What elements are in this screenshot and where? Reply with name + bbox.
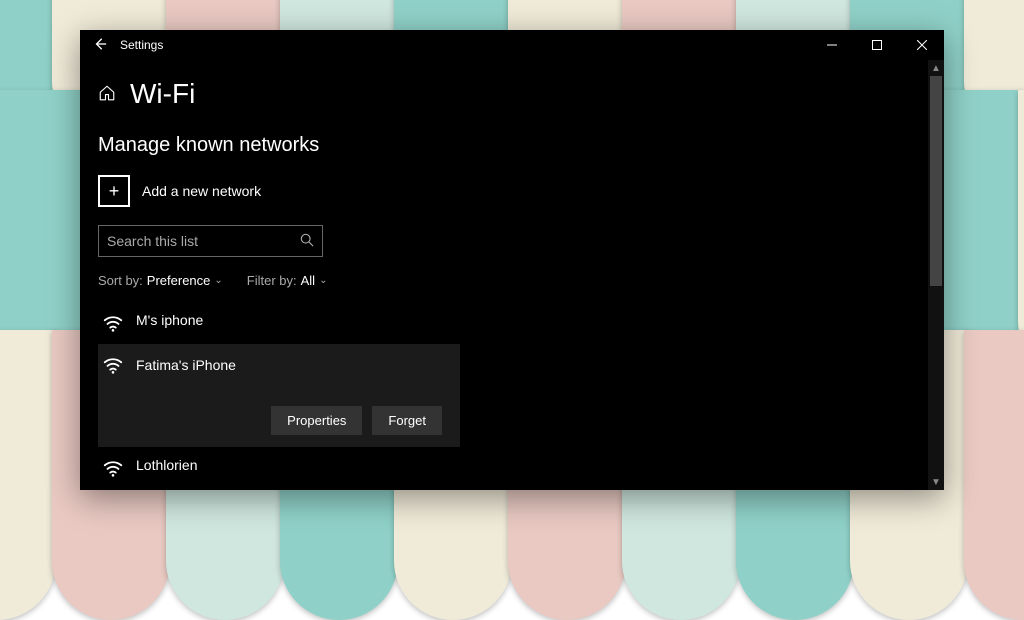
scroll-thumb[interactable] xyxy=(930,76,942,286)
chevron-down-icon: ⌄ xyxy=(214,275,222,286)
chevron-down-icon: ⌄ xyxy=(319,275,327,286)
forget-button[interactable]: Forget xyxy=(372,406,442,435)
back-arrow-icon xyxy=(93,37,107,51)
filter-value: All xyxy=(301,273,315,288)
network-item-selected[interactable]: Fatima's iPhone Properties Forget xyxy=(98,344,460,447)
sort-label: Sort by: xyxy=(98,273,143,288)
wifi-icon xyxy=(102,457,124,479)
add-network-label: Add a new network xyxy=(142,183,261,199)
page-title: Wi-Fi xyxy=(130,78,195,110)
network-name: M's iphone xyxy=(136,312,203,328)
network-item[interactable]: M's iphone xyxy=(98,302,460,344)
filter-by-dropdown[interactable]: Filter by: All ⌄ xyxy=(247,273,328,288)
settings-window: Settings Wi-Fi Manage known networks + A… xyxy=(80,30,944,490)
plus-icon: + xyxy=(98,175,130,207)
minimize-button[interactable] xyxy=(809,30,854,60)
sort-value: Preference xyxy=(147,273,211,288)
properties-button[interactable]: Properties xyxy=(271,406,362,435)
wifi-icon xyxy=(102,312,124,334)
close-icon xyxy=(917,40,927,50)
add-network-button[interactable]: + Add a new network xyxy=(98,175,944,207)
close-button[interactable] xyxy=(899,30,944,60)
home-icon[interactable] xyxy=(98,84,116,105)
sort-by-dropdown[interactable]: Sort by: Preference ⌄ xyxy=(98,273,223,288)
filter-label: Filter by: xyxy=(247,273,297,288)
back-button[interactable] xyxy=(80,37,120,54)
network-list: M's iphone Fatima's iPhone Properties Fo… xyxy=(98,302,460,489)
scroll-up-arrow-icon[interactable]: ▲ xyxy=(928,60,944,76)
scroll-down-arrow-icon[interactable]: ▼ xyxy=(928,474,944,490)
maximize-icon xyxy=(872,40,882,50)
network-name: Lothlorien xyxy=(136,457,198,473)
scrollbar[interactable]: ▲ ▼ xyxy=(928,60,944,490)
network-name: Fatima's iPhone xyxy=(136,357,236,373)
titlebar: Settings xyxy=(80,30,944,60)
minimize-icon xyxy=(827,40,837,50)
section-heading: Manage known networks xyxy=(98,134,944,157)
content-area: Wi-Fi Manage known networks + Add a new … xyxy=(80,60,944,490)
search-box[interactable] xyxy=(98,225,323,257)
search-input[interactable] xyxy=(107,233,300,249)
wifi-icon xyxy=(102,354,124,376)
window-title: Settings xyxy=(120,38,163,52)
network-item[interactable]: Lothlorien xyxy=(98,447,460,489)
maximize-button[interactable] xyxy=(854,30,899,60)
search-icon xyxy=(300,233,314,250)
